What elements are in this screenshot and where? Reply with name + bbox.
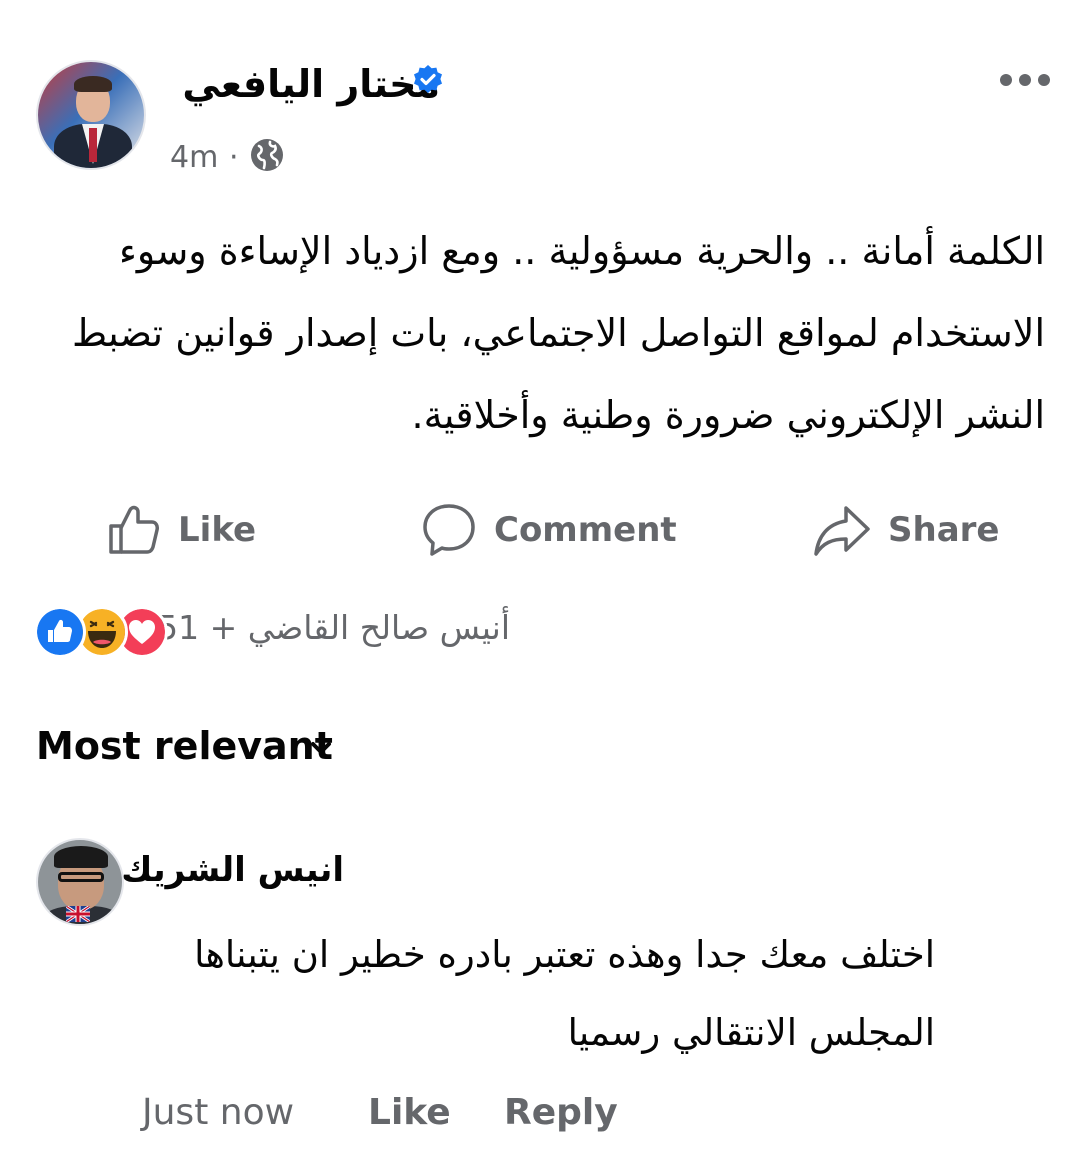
comment-timestamp[interactable]: Just now xyxy=(142,1092,294,1133)
globe-icon xyxy=(251,139,283,171)
comment-button[interactable]: Comment xyxy=(420,500,677,560)
like-reaction-icon xyxy=(34,606,86,658)
share-arrow-icon xyxy=(814,506,870,556)
chevron-down-icon[interactable] xyxy=(308,738,334,758)
comment-label: Comment xyxy=(494,510,677,550)
separator-dot: · xyxy=(229,140,239,175)
commenter-name[interactable]: انيس الشريك xyxy=(121,850,344,890)
like-button[interactable]: Like xyxy=(106,500,256,560)
comment-like-button[interactable]: Like xyxy=(368,1092,451,1133)
comment-sort-dropdown[interactable]: Most relevant xyxy=(36,724,333,768)
share-button[interactable]: Share xyxy=(812,500,999,560)
comment-bubble-icon xyxy=(423,504,475,556)
comment-text: اختلف معك جدا وهذه تعتبر بادره خطير ان ي… xyxy=(194,933,935,1054)
comment-reply-button[interactable]: Reply xyxy=(504,1092,618,1133)
more-options-icon[interactable] xyxy=(998,70,1052,90)
thumbs-up-icon xyxy=(109,505,159,554)
verified-badge-icon xyxy=(414,65,442,93)
post-timestamp[interactable]: 4m xyxy=(170,140,218,175)
flag-badge-icon xyxy=(66,906,90,922)
reaction-summary[interactable]: أنيس صالح القاضي + 51 xyxy=(157,608,510,647)
like-label: Like xyxy=(178,510,257,550)
author-name[interactable]: مختار اليافعي xyxy=(182,62,440,106)
author-avatar[interactable] xyxy=(36,60,146,170)
post-text: الكلمة أمانة .. والحرية مسؤولية .. ومع ا… xyxy=(72,229,1045,437)
share-label: Share xyxy=(888,510,1000,550)
